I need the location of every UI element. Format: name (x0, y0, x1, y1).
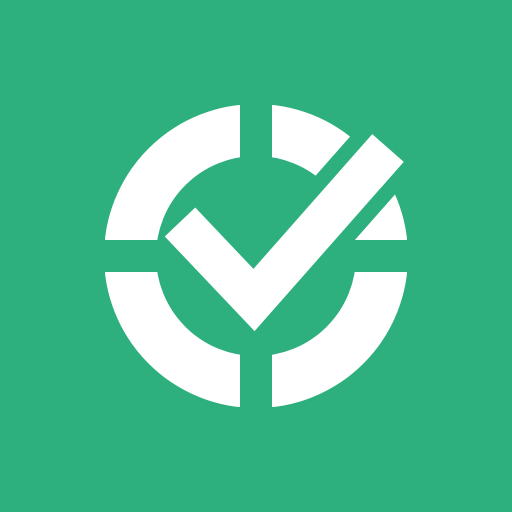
app-icon-tile (0, 0, 512, 512)
checkmark-in-segmented-ring-icon (104, 104, 408, 408)
